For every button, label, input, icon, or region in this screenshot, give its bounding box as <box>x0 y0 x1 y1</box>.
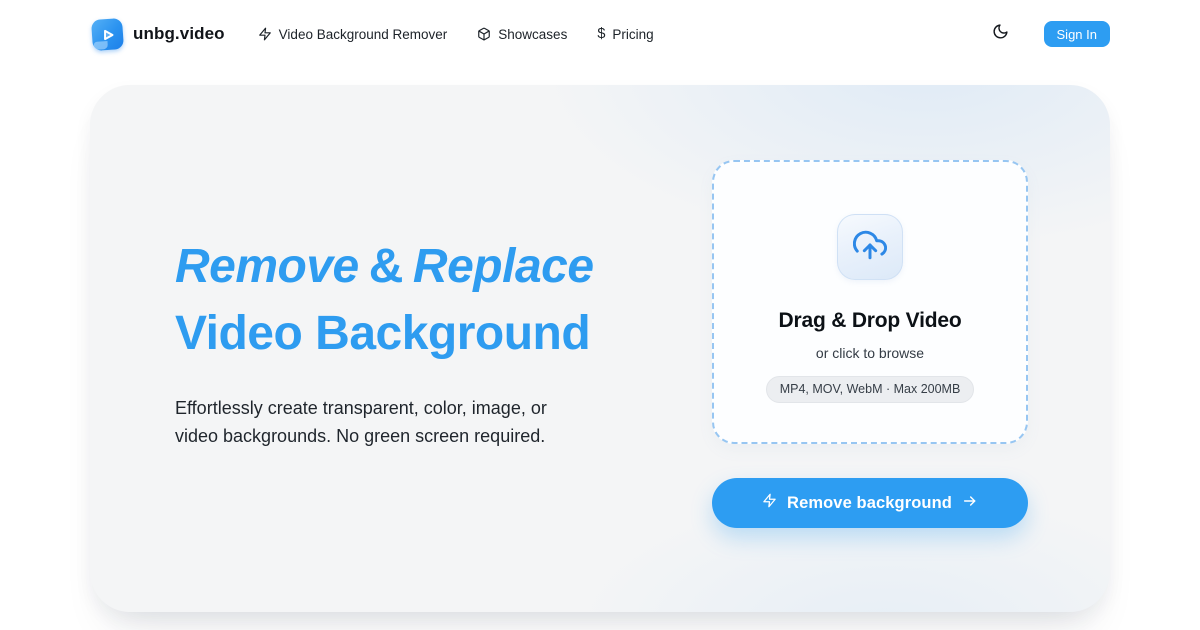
nav-item-showcases[interactable]: Showcases <box>477 27 567 42</box>
upload-subtitle: or click to browse <box>815 345 925 361</box>
headline-word-replace: Replace <box>412 240 594 293</box>
headline-line2: Video Background <box>175 307 591 360</box>
play-logo-icon <box>90 17 125 51</box>
zap-icon <box>258 27 272 41</box>
brand-logo[interactable]: unbg.video <box>90 17 225 51</box>
upload-icon-tile <box>837 214 903 280</box>
nav-item-pricing[interactable]: $ Pricing <box>597 27 653 42</box>
nav-item-label: Showcases <box>498 26 568 42</box>
cta-label: Remove background <box>787 493 952 512</box>
moon-icon <box>992 23 1009 45</box>
nav-item-label: Video Background Remover <box>278 26 448 42</box>
hero-copy: Remove & Replace Video Background Effortle… <box>175 233 594 450</box>
navbar: unbg.video Video Background Remover Show… <box>0 0 1200 68</box>
hero-description: Effortlessly create transparent, color, … <box>175 398 547 446</box>
remove-background-button[interactable]: Remove background <box>712 478 1028 528</box>
page-title: Remove & Replace Video Background <box>175 233 594 367</box>
nav-item-label: Pricing <box>612 26 654 42</box>
headline-ampersand: & <box>368 240 404 293</box>
sign-in-button[interactable]: Sign In <box>1043 21 1110 47</box>
headline-word-remove: Remove <box>175 240 359 293</box>
arrow-right-icon <box>962 493 978 514</box>
upload-title: Drag & Drop Video <box>778 309 962 332</box>
theme-toggle-button[interactable] <box>988 21 1014 47</box>
brand-name: unbg.video <box>133 24 225 43</box>
upload-dropzone[interactable]: Drag & Drop Video or click to browse MP4… <box>712 160 1028 444</box>
zap-icon <box>762 493 777 513</box>
nav-links: Video Background Remover Showcases $ Pri… <box>258 27 654 42</box>
box-icon <box>477 27 491 41</box>
upload-format-badge: MP4, MOV, WebM · Max 200MB <box>765 376 975 403</box>
cloud-upload-icon <box>852 228 888 267</box>
hero-card: Remove & Replace Video Background Effortle… <box>90 85 1110 612</box>
dollar-icon: $ <box>597 25 606 42</box>
nav-item-remover[interactable]: Video Background Remover <box>258 26 448 42</box>
